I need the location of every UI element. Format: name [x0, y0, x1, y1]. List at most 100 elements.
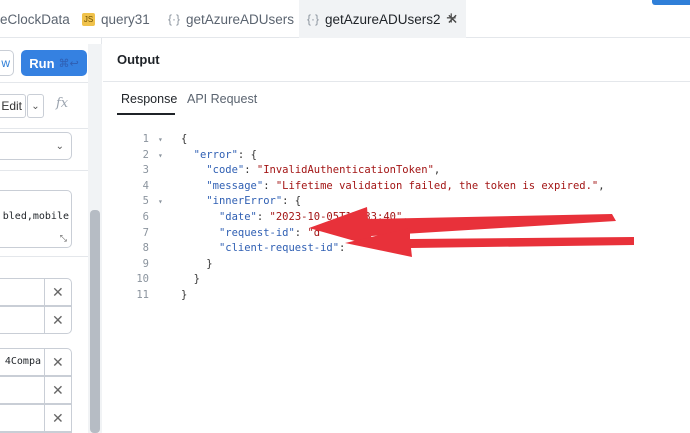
tab-api-request[interactable]: API Request — [187, 92, 257, 106]
divider — [44, 405, 45, 431]
divider — [0, 128, 88, 129]
code-text: { — [181, 132, 187, 147]
code-text: "message": "Lifetime validation failed, … — [181, 179, 604, 194]
run-label: Run — [29, 55, 55, 71]
braces-icon: {·} — [168, 12, 181, 26]
json-punctuation — [181, 180, 206, 192]
divider — [44, 307, 45, 333]
expand-icon[interactable]: ⤡ — [60, 233, 67, 244]
json-punctuation: } — [181, 273, 200, 286]
code-text: "client-request-id": — [181, 241, 352, 256]
json-punctuation: { — [181, 133, 188, 145]
json-key: "error" — [193, 148, 238, 161]
active-tab-indicator — [117, 113, 175, 115]
response-json-viewer[interactable]: 1 ▾{2 ▾ "error": {3 "code": "InvalidAuthen… — [103, 128, 690, 433]
fold-chevron-icon[interactable]: ▾ — [158, 148, 163, 163]
braces-icon: {·} — [307, 12, 320, 26]
remove-icon[interactable]: ✕ — [52, 312, 64, 329]
edit-button[interactable]: Edit — [0, 94, 26, 118]
scrollbar-thumb[interactable] — [90, 210, 100, 433]
tab-eclockdata[interactable]: eClockData — [0, 0, 70, 38]
divider — [0, 256, 88, 257]
preview-button[interactable]: w — [0, 50, 14, 76]
remove-icon[interactable]: ✕ — [52, 410, 64, 427]
json-punctuation: : — [244, 164, 257, 177]
add-tab-icon[interactable]: + — [446, 9, 457, 27]
json-punctuation: : { — [237, 148, 257, 161]
chevron-down-icon: ⌄ — [55, 140, 64, 152]
param-row[interactable]: ✕ — [0, 404, 72, 432]
json-punctuation — [181, 242, 219, 254]
js-icon: JS — [82, 12, 95, 26]
line-number: 10 — [136, 273, 149, 286]
code-text: "error": { — [181, 148, 257, 163]
tab-getazureadusers2[interactable]: {·} getAzureADUsers2 ✕ — [299, 0, 467, 38]
line-number: 4 — [142, 179, 149, 192]
json-punctuation: : — [256, 211, 270, 223]
json-string: "d — [307, 226, 321, 239]
fx-icon[interactable]: fx — [56, 96, 68, 111]
tab-label: query31 — [101, 11, 150, 27]
code-text: } — [181, 257, 212, 272]
divider — [0, 170, 88, 171]
header-row[interactable]: ✕ — [0, 278, 72, 306]
fold-chevron-icon[interactable]: ▾ — [158, 132, 163, 147]
run-shortcut: ⌘↩ — [58, 57, 79, 70]
preview-label: w — [1, 56, 10, 70]
query-tab-bar: eClockData JS query31 {·} getAzureADUser… — [0, 0, 690, 38]
output-subtabs: Response API Request — [103, 82, 690, 120]
json-punctuation: : — [339, 242, 352, 255]
json-punctuation — [181, 195, 206, 207]
line-number: 11 — [136, 289, 149, 301]
code-text: "innerError": { — [181, 194, 301, 209]
json-punctuation — [181, 227, 219, 239]
corner-button[interactable] — [652, 0, 690, 5]
line-number: 1 — [142, 133, 149, 145]
query-text-value: bled,mobile — [2, 211, 69, 222]
line-number: 7 — [142, 226, 149, 239]
tab-label: getAzureADUsers — [186, 11, 295, 27]
chevron-down-icon[interactable]: ⌄ — [27, 94, 44, 118]
json-string: "2023-10-05T15:33:40" — [269, 211, 403, 223]
json-punctuation — [181, 149, 194, 161]
resource-select[interactable]: ⌄ — [0, 132, 72, 160]
divider — [0, 82, 102, 83]
json-punctuation — [181, 211, 219, 223]
json-punctuation: , — [433, 164, 441, 177]
output-title: Output — [117, 52, 160, 67]
json-punctuation: : — [294, 226, 308, 239]
json-punctuation: } — [181, 289, 188, 301]
code-text: } — [181, 288, 187, 303]
code-text: } — [181, 272, 200, 287]
query-text-field[interactable]: bled,mobile ⤡ — [0, 190, 72, 248]
json-punctuation: : { — [282, 195, 302, 208]
param-row[interactable]: 4Compa ✕ — [0, 348, 72, 376]
line-number: 9 — [142, 257, 149, 270]
remove-icon[interactable]: ✕ — [52, 284, 64, 301]
json-punctuation — [181, 164, 206, 176]
param-row[interactable]: ✕ — [0, 376, 72, 404]
json-string: "Lifetime validation failed, the token i… — [275, 179, 599, 192]
fold-chevron-icon[interactable]: ▾ — [158, 194, 163, 209]
line-number: 8 — [142, 242, 149, 255]
code-text: "date": "2023-10-05T15:33:40", — [181, 210, 409, 225]
json-string: "InvalidAuthenticationToken" — [256, 164, 434, 177]
json-key: "message" — [206, 179, 264, 192]
json-key: "request-id" — [218, 226, 295, 239]
remove-icon[interactable]: ✕ — [52, 354, 64, 371]
tab-getazureadusers[interactable]: {·} getAzureADUsers — [168, 0, 294, 38]
line-number: 2 — [142, 148, 149, 161]
param-value: 4Compa — [4, 356, 41, 367]
header-row[interactable]: ✕ — [0, 306, 72, 334]
json-key: "code" — [206, 164, 245, 177]
code-text: "code": "InvalidAuthenticationToken", — [181, 163, 440, 178]
tab-query31[interactable]: JS query31 — [82, 0, 150, 38]
tab-label: eClockData — [0, 11, 70, 27]
run-button[interactable]: Run ⌘↩ — [21, 50, 87, 76]
query-editor-panel: w Run ⌘↩ Edit ⌄ fx ⌄ bled,mobile ⤡ ✕ ✕ 4… — [0, 38, 102, 433]
tab-response[interactable]: Response — [121, 92, 177, 106]
edit-label: Edit — [1, 99, 22, 113]
remove-icon[interactable]: ✕ — [52, 382, 64, 399]
json-key: "innerError" — [206, 195, 283, 208]
output-header: Output — [103, 38, 690, 82]
